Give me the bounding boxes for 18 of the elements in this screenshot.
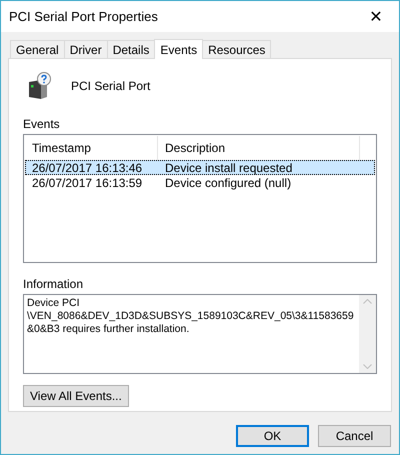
- scroll-up-icon[interactable]: [363, 299, 372, 304]
- cancel-button[interactable]: Cancel: [318, 425, 391, 447]
- events-list[interactable]: Timestamp Description 26/07/2017 16:13:46 Device install requested 26/07/2017 16:13:59 Device configured (null): [23, 134, 377, 263]
- events-label: Events: [23, 117, 61, 131]
- tab[interactable]: General: [10, 40, 65, 58]
- scroll-down-icon[interactable]: [363, 364, 372, 369]
- tab[interactable]: Resources: [202, 40, 272, 58]
- tab[interactable]: Events: [154, 39, 204, 59]
- ok-button[interactable]: OK: [236, 425, 309, 447]
- window-title: PCI Serial Port Properties: [9, 9, 158, 24]
- event-row[interactable]: 26/07/2017 16:13:59 Device configured (null): [25, 175, 375, 190]
- information-label: Information: [23, 277, 84, 291]
- view-all-events-button[interactable]: View All Events...: [23, 385, 129, 407]
- device-name: PCI Serial Port: [71, 79, 150, 93]
- serial-port-device-icon: [27, 72, 53, 100]
- event-row[interactable]: 26/07/2017 16:13:46 Device install requested: [25, 160, 375, 175]
- information-field[interactable]: Device PCI \VEN_8086&DEV_1D3D&SUBSYS_1589103C&REV_05\3&11583659 &0&B3 requires further installation.: [23, 294, 377, 374]
- close-button[interactable]: ✕: [353, 1, 399, 32]
